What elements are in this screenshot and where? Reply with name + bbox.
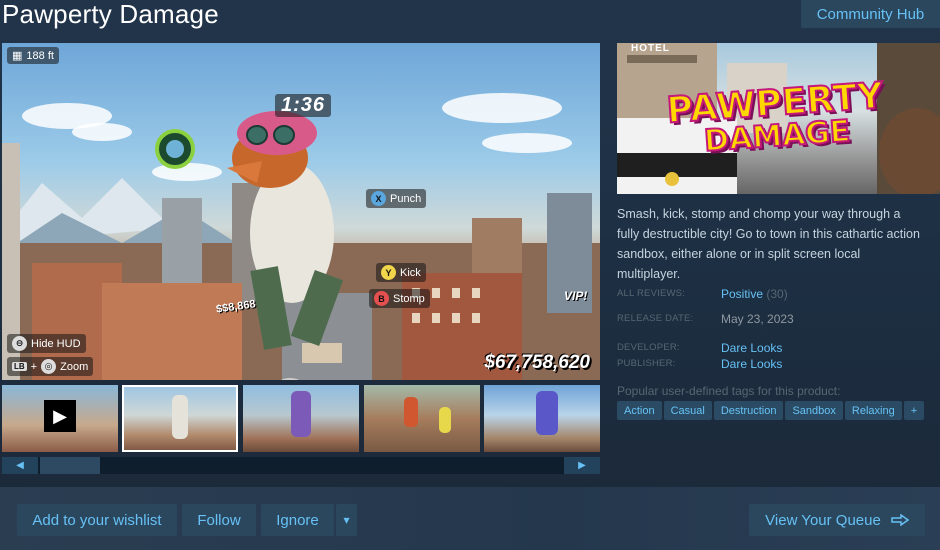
release-label: RELEASE DATE: — [617, 313, 694, 324]
punch-label: Punch — [390, 192, 422, 205]
game-description: Smash, kick, stomp and chomp your way th… — [617, 207, 920, 281]
hotel-sign: HOTEL — [631, 43, 670, 54]
zoom-hint: LB + ◎ Zoom — [7, 357, 94, 376]
developer-label: DEVELOPER: — [617, 342, 680, 353]
stomp-prompt: B Stomp — [369, 289, 430, 308]
game-logo: PAWPERTY DAMAGE — [662, 63, 890, 174]
x-button-icon: X — [371, 191, 386, 206]
hide-hud-hint: ⊖ Hide HUD — [7, 334, 86, 353]
thumbnail-character — [291, 391, 311, 437]
thumbnail-character — [404, 397, 418, 427]
community-hub-button[interactable]: Community Hub — [801, 0, 940, 28]
b-button-icon: B — [374, 291, 389, 306]
tag-list: Action Casual Destruction Sandbox Relaxi… — [617, 401, 925, 420]
scrollbar-thumb[interactable] — [40, 457, 100, 474]
publisher-link[interactable]: Dare Looks — [721, 357, 782, 371]
developer-link[interactable]: Dare Looks — [721, 341, 782, 355]
tag-casual[interactable]: Casual — [663, 401, 712, 420]
tags-heading: Popular user-defined tags for this produ… — [617, 384, 841, 398]
thumbnail-scrollbar[interactable]: ◀ ▶ — [2, 457, 600, 474]
ignore-dropdown-button[interactable]: ▾ — [336, 504, 357, 536]
screenshot-thumbnail-selected[interactable] — [122, 385, 238, 452]
stick-icon: ◎ — [41, 359, 57, 374]
tag-destruction[interactable]: Destruction — [713, 401, 784, 420]
add-to-wishlist-button[interactable]: Add to your wishlist — [17, 504, 177, 536]
damage-money-counter: $67,758,620 — [484, 352, 590, 373]
stomp-label: Stomp — [393, 292, 425, 305]
altitude-indicator: ▦ 188 ft — [7, 47, 59, 64]
lb-button-icon: LB — [12, 362, 27, 371]
screenshot-thumbnail[interactable] — [484, 385, 600, 452]
thumbnail-character — [172, 395, 188, 439]
tag-action[interactable]: Action — [617, 401, 662, 420]
thumbnail-character — [439, 407, 451, 433]
reviews-count: (30) — [766, 287, 788, 301]
ignore-button[interactable]: Ignore — [261, 504, 334, 536]
main-screenshot[interactable]: ▦ 188 ft 1:36 X Punch Y Kick B Stomp $$8… — [2, 43, 600, 380]
game-title: Pawperty Damage — [2, 0, 219, 29]
video-thumbnail[interactable]: ▶ — [2, 385, 118, 452]
screenshot-thumbnail[interactable] — [243, 385, 359, 452]
round-timer: 1:36 — [275, 94, 332, 117]
scroll-right-button[interactable]: ▶ — [564, 457, 600, 474]
logo-line-2: DAMAGE — [702, 113, 852, 160]
follow-button[interactable]: Follow — [182, 504, 256, 536]
tag-sandbox[interactable]: Sandbox — [785, 401, 843, 420]
tag-relaxing[interactable]: Relaxing — [844, 401, 902, 420]
view-queue-button[interactable]: View Your Queue — [749, 504, 925, 536]
reviews-value[interactable]: Positive — [721, 287, 763, 301]
reviews-summary[interactable]: Positive (30) — [721, 287, 788, 301]
hud-button-icon: ⊖ — [12, 336, 27, 351]
zoom-label: Zoom — [60, 360, 89, 373]
reviews-label: ALL REVIEWS: — [617, 288, 686, 299]
y-button-icon: Y — [381, 265, 396, 280]
punch-prompt: X Punch — [366, 189, 427, 208]
publisher-label: PUBLISHER: — [617, 358, 676, 369]
hide-hud-label: Hide HUD — [31, 337, 81, 350]
thumbnail-character — [536, 391, 558, 435]
kick-prompt: Y Kick — [376, 263, 426, 282]
media-thumbnail-strip: ▶ — [2, 385, 600, 452]
altitude-value: 188 ft — [26, 49, 54, 62]
screenshot-thumbnail[interactable] — [364, 385, 480, 452]
view-queue-label: View Your Queue — [765, 511, 881, 529]
vip-text: VIP! — [564, 289, 588, 303]
altitude-icon: ▦ — [12, 50, 23, 62]
play-icon: ▶ — [44, 400, 76, 432]
queue-action-bar: Add to your wishlist Follow Ignore ▾ Vie… — [0, 487, 940, 550]
arrow-right-icon — [891, 514, 909, 526]
scroll-left-button[interactable]: ◀ — [2, 457, 38, 474]
tag-more-button[interactable]: + — [903, 401, 925, 420]
release-date: May 23, 2023 — [721, 312, 794, 326]
zoom-plus: + — [30, 360, 38, 373]
game-capsule-image: HOTEL PAWPERTY DAMAGE — [617, 43, 940, 194]
kick-label: Kick — [400, 266, 421, 279]
